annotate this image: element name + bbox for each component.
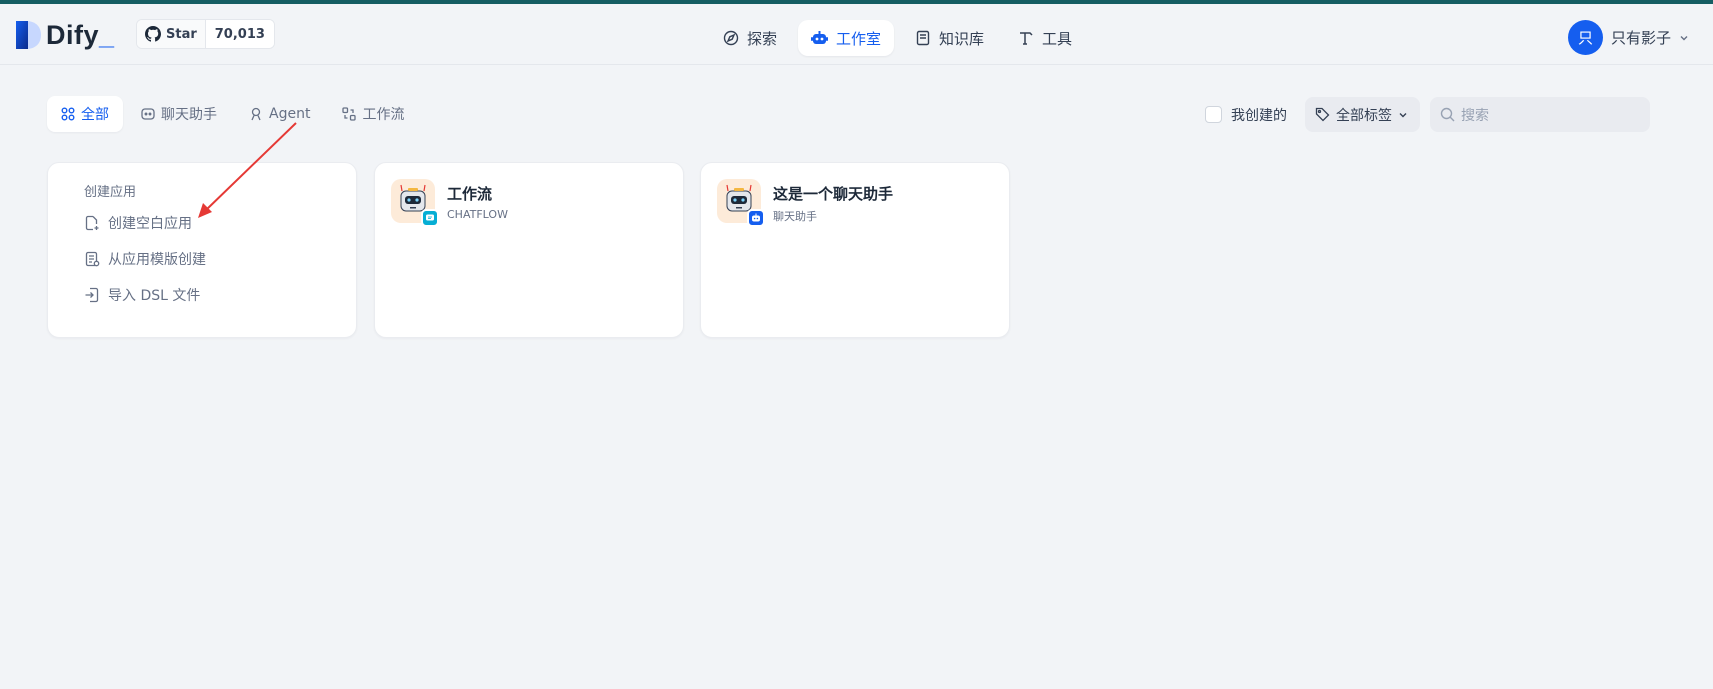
annotation-arrow bbox=[198, 122, 297, 218]
